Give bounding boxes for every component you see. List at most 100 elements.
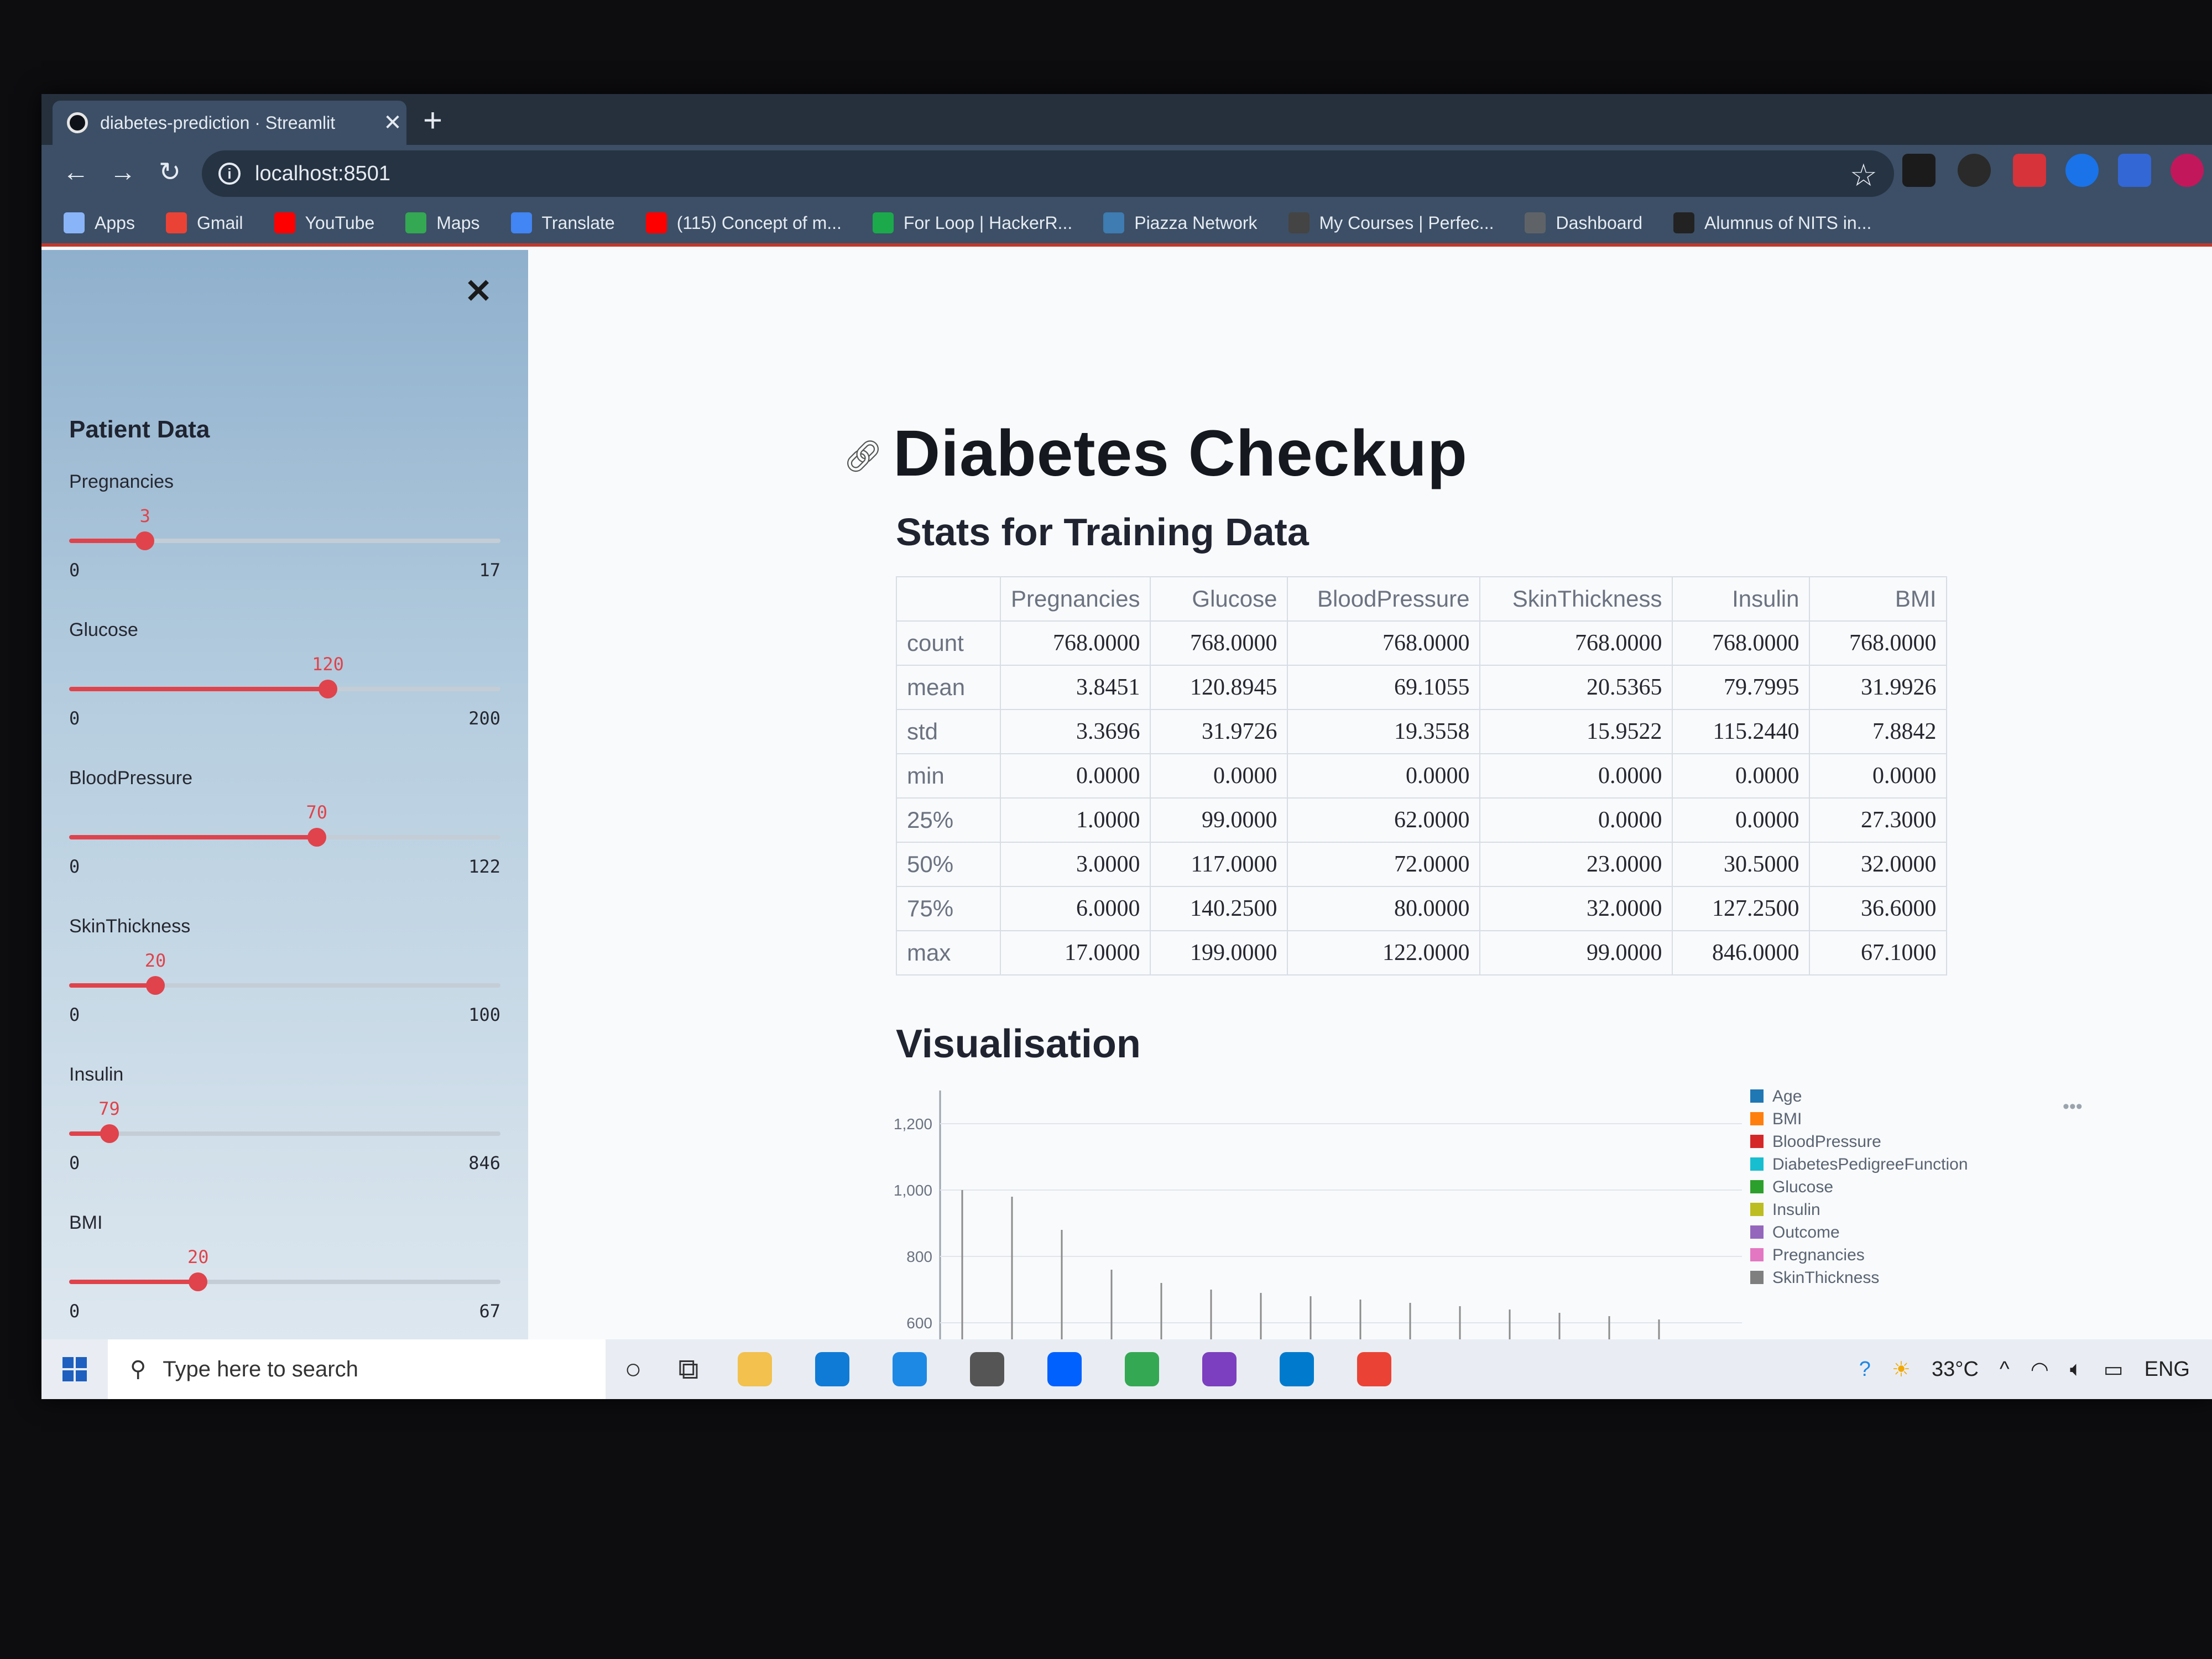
language-indicator[interactable]: ENG: [2145, 1358, 2190, 1381]
help-icon[interactable]: ?: [1859, 1358, 1871, 1381]
legend-label[interactable]: Glucose: [1772, 1178, 1833, 1196]
bookmark-favicon-icon: [64, 212, 85, 233]
visualisation-chart[interactable]: 600 800 1,000 1,200 Age BMI BloodPressure Diabe…: [885, 1079, 2157, 1339]
legend-label[interactable]: SkinThickness: [1772, 1269, 1879, 1287]
taskbar-app-icon[interactable]: [948, 1339, 1026, 1399]
taskbar-search[interactable]: ⚲ Type here to search: [108, 1339, 606, 1399]
table-column-header[interactable]: Insulin: [1672, 576, 1811, 622]
slider-thumb[interactable]: [146, 976, 165, 995]
anchor-link-icon[interactable]: 🔗︎: [843, 438, 883, 474]
legend-label[interactable]: BloodPressure: [1772, 1133, 1881, 1151]
bookmark-item[interactable]: Translate: [510, 212, 615, 233]
chart-more-menu-icon[interactable]: •••: [2063, 1096, 2083, 1117]
volume-icon[interactable]: 🔈︎: [2070, 1358, 2083, 1381]
address-bar[interactable]: i localhost:8501 ☆: [202, 150, 1894, 197]
slider-pregnancies[interactable]: Pregnancies 3 0 17: [69, 471, 500, 604]
stats-table: Pregnancies Glucose BloodPressure SkinThick…: [896, 576, 1948, 975]
sidebar-close-icon[interactable]: ✕: [465, 272, 492, 311]
table-column-header[interactable]: BMI: [1809, 576, 1948, 622]
table-cell: 846.0000: [1672, 930, 1811, 975]
bookmark-favicon-icon: [872, 212, 894, 233]
table-cell: 6.0000: [999, 886, 1151, 931]
chart-y-tick-label: 800: [906, 1248, 932, 1265]
cortana-icon[interactable]: ○: [606, 1339, 661, 1399]
bookmark-favicon-icon: [1525, 212, 1546, 233]
bookmark-item[interactable]: For Loop | HackerR...: [872, 212, 1072, 233]
slider-track[interactable]: [69, 976, 500, 995]
taskbar-app-icon[interactable]: [1181, 1339, 1258, 1399]
extension-blue-icon[interactable]: [2065, 154, 2099, 187]
slider-thumb[interactable]: [307, 828, 326, 847]
slider-bmi[interactable]: BMI 20 0 67: [69, 1212, 500, 1345]
row-header-cell: min: [896, 753, 1001, 799]
system-tray: ? ☀ 33°C ^ ◠ 🔈︎ ▭ ENG: [1859, 1357, 2212, 1382]
slider-fill: [69, 539, 145, 543]
profile-avatar[interactable]: [2171, 154, 2204, 187]
legend-label[interactable]: Pregnancies: [1772, 1246, 1865, 1264]
table-column-header[interactable]: BloodPressure: [1287, 576, 1481, 622]
table-column-header[interactable]: SkinThickness: [1479, 576, 1673, 622]
legend-label[interactable]: BMI: [1772, 1110, 1802, 1128]
table-column-header[interactable]: Glucose: [1150, 576, 1288, 622]
bookmark-item[interactable]: YouTube: [274, 212, 374, 233]
slider-track[interactable]: [69, 680, 500, 698]
bookmark-item[interactable]: Alumnus of NITS in...: [1673, 212, 1871, 233]
task-view-icon[interactable]: ⧉: [661, 1339, 716, 1399]
taskbar-app-icon[interactable]: [1103, 1339, 1181, 1399]
slider-thumb[interactable]: [100, 1124, 119, 1143]
bookmark-item[interactable]: Gmail: [165, 212, 243, 233]
taskbar-app-icon[interactable]: [1258, 1339, 1335, 1399]
slider-thumb[interactable]: [319, 680, 337, 698]
wifi-icon[interactable]: ◠: [2031, 1357, 2049, 1382]
site-info-icon[interactable]: i: [218, 163, 241, 185]
forward-arrow-icon[interactable]: →: [105, 155, 140, 190]
legend-label[interactable]: Outcome: [1772, 1223, 1840, 1241]
start-button[interactable]: [41, 1339, 108, 1399]
slider-track[interactable]: [69, 531, 500, 550]
tab-close-icon[interactable]: ✕: [379, 110, 406, 135]
taskbar-app-icon[interactable]: [871, 1339, 948, 1399]
bookmark-item[interactable]: (115) Concept of m...: [645, 212, 842, 233]
new-tab-button[interactable]: +: [423, 104, 442, 137]
extension-folder-icon[interactable]: [1902, 154, 1936, 187]
slider-insulin[interactable]: Insulin 79 0 846: [69, 1064, 500, 1197]
table-column-header[interactable]: Pregnancies: [999, 576, 1151, 622]
taskbar-app-icon[interactable]: [716, 1339, 794, 1399]
bookmark-item[interactable]: Apps: [64, 212, 135, 233]
table-column-header[interactable]: [896, 576, 1001, 622]
bookmark-item[interactable]: My Courses | Perfec...: [1288, 212, 1494, 233]
reload-icon[interactable]: ↻: [152, 155, 187, 190]
slider-thumb[interactable]: [189, 1272, 208, 1291]
table-row: 25% 1.0000 99.0000 62.0000 0.0000 0.0000 27.30…: [896, 797, 1948, 843]
legend-label[interactable]: Insulin: [1772, 1201, 1820, 1219]
table-cell: 20.5365: [1479, 665, 1673, 710]
slider-track[interactable]: [69, 1124, 500, 1143]
weather-icon[interactable]: ☀: [1892, 1357, 1911, 1382]
tray-chevron-icon[interactable]: ^: [2000, 1358, 2010, 1381]
extension-badge-icon[interactable]: [1958, 154, 1991, 187]
taskbar-app-icon[interactable]: [1026, 1339, 1103, 1399]
slider-skinthickness[interactable]: SkinThickness 20 0 100: [69, 916, 500, 1048]
taskbar-app-icon[interactable]: [794, 1339, 871, 1399]
slider-track[interactable]: [69, 1272, 500, 1291]
slider-thumb[interactable]: [135, 531, 155, 550]
bookmark-star-icon[interactable]: ☆: [1850, 157, 1877, 194]
temperature-text[interactable]: 33°C: [1932, 1358, 1979, 1381]
bookmark-item[interactable]: Dashboard: [1525, 212, 1642, 233]
slider-min: 0: [69, 1004, 80, 1025]
extension-red-icon[interactable]: [2013, 154, 2046, 187]
battery-icon[interactable]: ▭: [2104, 1357, 2124, 1382]
back-arrow-icon[interactable]: ←: [58, 155, 93, 190]
slider-fill: [69, 835, 317, 839]
bookmark-item[interactable]: Maps: [405, 212, 480, 233]
legend-label[interactable]: DiabetesPedigreeFunction: [1772, 1155, 1968, 1173]
legend-label[interactable]: Age: [1772, 1087, 1802, 1105]
slider-track[interactable]: [69, 828, 500, 847]
browser-tab[interactable]: diabetes-prediction · Streamlit ✕: [53, 101, 406, 145]
extension-shield-icon[interactable]: [2118, 154, 2151, 187]
bookmark-item[interactable]: Piazza Network: [1103, 212, 1258, 233]
chart-y-tick-label: 600: [906, 1314, 932, 1332]
slider-bloodpressure[interactable]: BloodPressure 70 0 122: [69, 768, 500, 900]
slider-glucose[interactable]: Glucose 120 0 200: [69, 619, 500, 752]
taskbar-app-icon[interactable]: [1335, 1339, 1413, 1399]
